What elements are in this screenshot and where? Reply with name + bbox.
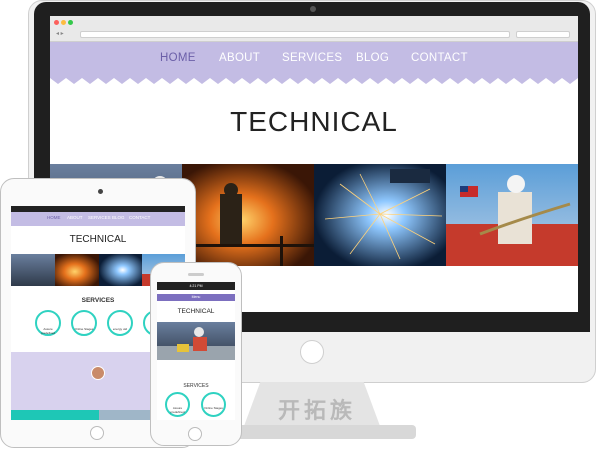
tablet-nav-blog[interactable]: BLOG <box>112 215 125 220</box>
back-forward-icon[interactable]: ◂ ▸ <box>56 30 64 37</box>
page-title: TECHNICAL <box>230 106 398 137</box>
camera-icon <box>310 6 316 12</box>
monitor-logo-icon <box>300 340 324 364</box>
tablet-service-card[interactable]: energy utd <box>107 310 133 336</box>
avatar <box>91 366 105 380</box>
browser-chrome: ◂ ▸ <box>50 16 578 42</box>
phone-services-heading: SERVICES <box>183 383 209 389</box>
welding-sparks-photo <box>314 164 446 266</box>
worker-with-chains-photo <box>446 164 578 266</box>
tablet-nav-services[interactable]: SERVICES <box>88 215 111 220</box>
nav-home[interactable]: HOME <box>160 52 196 64</box>
phone-screen: 4:21 PM Menu TECHNICAL SERVICES Assure p… <box>157 282 235 420</box>
phone-service-card[interactable]: Online Stages <box>201 392 226 417</box>
nav-services[interactable]: SERVICES <box>282 52 342 64</box>
browser-search-field[interactable] <box>516 31 570 38</box>
tablet-service-card[interactable]: Assure predefined <box>35 310 61 336</box>
tablet-nav-home[interactable]: HOME <box>47 215 61 220</box>
nav-contact[interactable]: CONTACT <box>411 52 468 64</box>
phone-page-title: TECHNICAL <box>177 308 215 315</box>
watermark: 开拓族 <box>277 398 356 424</box>
phone-hero-photo <box>157 322 235 360</box>
phone-service-card[interactable]: Assure predefined <box>165 392 190 417</box>
nav-blog[interactable]: BLOG <box>356 52 389 64</box>
phone-status-bar: 4:21 PM <box>157 282 235 290</box>
tablet-nav-about[interactable]: ABOUT <box>67 215 83 220</box>
tablet-nav-contact[interactable]: CONTACT <box>129 215 150 220</box>
tablet-navigation: HOME ABOUT SERVICES BLOG CONTACT <box>11 212 185 226</box>
close-window-icon[interactable] <box>54 20 59 25</box>
minimize-window-icon[interactable] <box>61 20 66 25</box>
tablet-page-title: TECHNICAL <box>69 234 127 245</box>
tablet-home-button[interactable] <box>90 426 104 440</box>
maximize-window-icon[interactable] <box>68 20 73 25</box>
phone-home-button[interactable] <box>188 427 202 441</box>
tablet-service-card[interactable]: Online Stages <box>71 310 97 336</box>
nav-about[interactable]: ABOUT <box>219 52 260 64</box>
phone-speaker <box>188 273 204 276</box>
address-bar[interactable] <box>80 31 510 38</box>
phone-menu-button[interactable]: Menu <box>157 294 235 301</box>
nav-zigzag-border <box>50 78 578 84</box>
tablet-camera-icon <box>98 189 103 194</box>
main-navigation: HOME ABOUT SERVICES BLOG CONTACT <box>50 42 578 78</box>
steel-foundry-photo <box>182 164 314 266</box>
tablet-teal-banner <box>11 410 99 420</box>
